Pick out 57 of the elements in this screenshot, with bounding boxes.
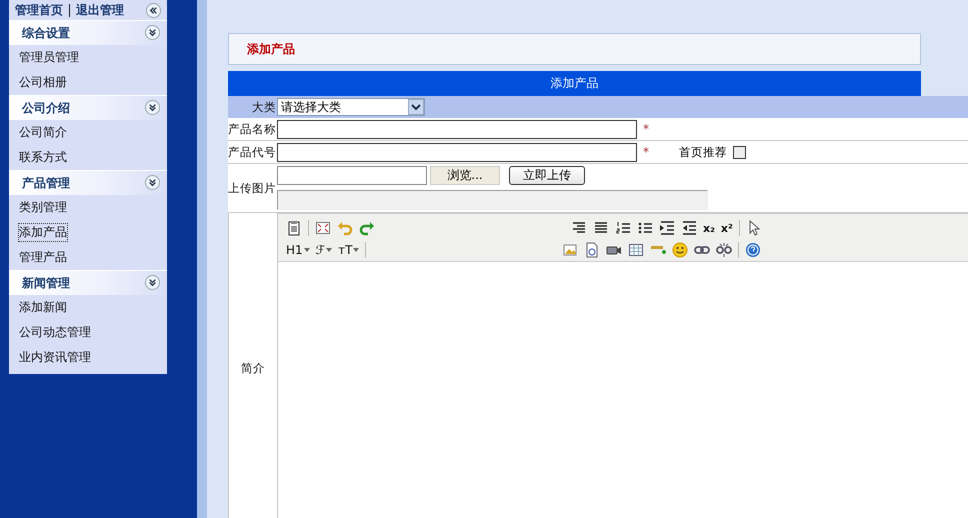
format-dropdown[interactable]: ℱ <box>316 243 332 257</box>
menu-item[interactable]: 类别管理 <box>19 199 67 216</box>
category-select[interactable]: 请选择大类 <box>277 98 425 116</box>
help-icon[interactable] <box>745 242 762 258</box>
menu-item[interactable]: 公司简介 <box>19 124 67 141</box>
justify-icon[interactable] <box>593 220 609 236</box>
field-label: 产品代号 <box>228 144 276 160</box>
file-path-field[interactable] <box>277 166 427 185</box>
caret-icon[interactable] <box>353 248 360 252</box>
unlink-icon[interactable] <box>716 242 732 258</box>
upload-button[interactable]: 立即上传 <box>509 166 585 185</box>
required-mark: * <box>643 145 649 159</box>
redo-icon[interactable] <box>359 220 375 236</box>
bullet-list-icon[interactable] <box>637 220 653 236</box>
required-mark: * <box>643 122 649 136</box>
outdent-icon[interactable] <box>681 220 697 236</box>
menu-item[interactable]: 业内资讯管理 <box>19 349 91 366</box>
caret-icon[interactable] <box>326 248 332 252</box>
field-label: 大类 <box>251 100 276 114</box>
smiley-icon[interactable] <box>672 242 688 258</box>
paste-icon[interactable] <box>286 220 302 236</box>
field-label: 产品名称 <box>228 122 276 136</box>
nav-link[interactable]: 退出管理 <box>76 2 124 18</box>
chevron-down-icon[interactable] <box>145 100 160 115</box>
caret-icon[interactable] <box>304 248 310 252</box>
numbered-list-icon[interactable] <box>615 220 631 236</box>
chevron-down-icon[interactable] <box>145 25 160 40</box>
format-button[interactable]: x₂ <box>703 222 715 234</box>
form-header: 添加产品 <box>228 71 921 96</box>
field-label: 上传图片 <box>228 180 276 196</box>
menu-item[interactable]: 管理产品 <box>19 249 67 266</box>
text-field[interactable] <box>277 142 637 162</box>
image-icon[interactable] <box>562 242 578 258</box>
menu-item[interactable]: 公司动态管理 <box>19 324 91 341</box>
format-button[interactable]: x² <box>720 222 733 234</box>
menu-item[interactable]: 管理员管理 <box>19 49 79 66</box>
nav-link[interactable]: 管理首页 <box>15 2 63 18</box>
format-dropdown[interactable]: ᴛT <box>338 243 360 257</box>
menu-item[interactable]: 添加新闻 <box>19 299 67 316</box>
menu-item[interactable]: 公司相册 <box>19 74 67 91</box>
chevron-down-icon[interactable] <box>145 175 160 190</box>
chevron-down-icon[interactable] <box>145 275 160 290</box>
collapse-icon[interactable] <box>146 2 161 18</box>
page-title: 添加产品 <box>247 40 295 58</box>
indent-icon[interactable] <box>659 220 675 236</box>
fullscreen-icon[interactable] <box>315 220 331 236</box>
menu-item[interactable]: 添加产品 <box>19 224 67 241</box>
checkbox[interactable] <box>733 146 746 158</box>
menu-item[interactable]: 联系方式 <box>19 149 67 166</box>
document-icon[interactable] <box>584 242 600 258</box>
field-label: 简介 <box>240 360 266 376</box>
browse-button[interactable]: 浏览... <box>430 166 500 185</box>
align-right-icon[interactable] <box>571 220 587 236</box>
text-field[interactable] <box>277 120 637 138</box>
checkbox-label: 首页推荐 <box>679 144 727 160</box>
table-icon[interactable] <box>628 242 644 258</box>
format-dropdown[interactable]: H1 <box>286 243 310 257</box>
